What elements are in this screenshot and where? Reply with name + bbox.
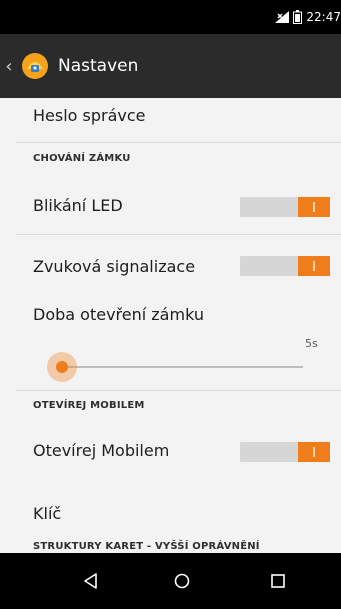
seek-value: 5s xyxy=(305,337,318,350)
back-chevron-icon[interactable]: ‹ xyxy=(2,34,16,98)
divider xyxy=(16,142,341,143)
category-open-by-mobile: OTEVÍREJ MOBILEM xyxy=(33,400,145,411)
switch-thumb xyxy=(298,256,330,276)
open-mobile-label: Otevírej Mobilem xyxy=(33,441,170,460)
key-label: Klíč xyxy=(33,504,62,523)
switch-thumb xyxy=(298,442,330,462)
led-blinking-label: Blikání LED xyxy=(33,196,123,215)
battery-icon xyxy=(293,10,303,24)
recents-icon[interactable] xyxy=(260,563,296,599)
divider xyxy=(16,390,341,391)
sound-signal-label: Zvuková signalizace xyxy=(33,257,196,276)
led-blinking-switch[interactable] xyxy=(240,197,330,217)
category-card-structures: STRUKTURY KARET - VYŠŠÍ OPRÁVNĚNÍ xyxy=(33,541,260,552)
action-bar: ‹ Nastaven xyxy=(0,34,341,98)
pref-led-blinking[interactable]: Blikání LED xyxy=(0,178,341,234)
home-icon[interactable] xyxy=(164,563,200,599)
admin-password-label: Heslo správce xyxy=(33,106,146,125)
status-time: 22:47 xyxy=(306,10,341,24)
pref-admin-password[interactable]: Heslo správce xyxy=(0,98,341,142)
seek-track[interactable] xyxy=(62,366,303,368)
open-mobile-switch[interactable] xyxy=(240,442,330,462)
pref-lock-open-time[interactable]: Doba otevření zámku 5s xyxy=(0,293,341,383)
back-icon[interactable] xyxy=(73,563,109,599)
page-title: Nastaven xyxy=(58,56,139,76)
app-icon[interactable] xyxy=(18,49,52,83)
lock-open-time-label: Doba otevření zámku xyxy=(33,305,204,324)
sound-signal-switch[interactable] xyxy=(240,256,330,276)
pref-sound-signal[interactable]: Zvuková signalizace xyxy=(0,235,341,291)
signal-icon xyxy=(275,11,290,23)
category-lock-behavior: CHOVÁNÍ ZÁMKU xyxy=(33,153,131,164)
navigation-bar xyxy=(0,553,341,609)
seek-thumb[interactable] xyxy=(47,352,77,382)
seek-thumb-dot xyxy=(56,361,68,373)
pref-open-mobile[interactable]: Otevírej Mobilem xyxy=(0,423,341,479)
status-icons: 22:47 xyxy=(275,8,341,26)
status-bar: 22:47 xyxy=(0,0,341,34)
switch-thumb xyxy=(298,197,330,217)
preferences-list: Heslo správce CHOVÁNÍ ZÁMKU Blikání LED … xyxy=(0,98,341,553)
pref-key[interactable]: Klíč xyxy=(0,488,341,538)
